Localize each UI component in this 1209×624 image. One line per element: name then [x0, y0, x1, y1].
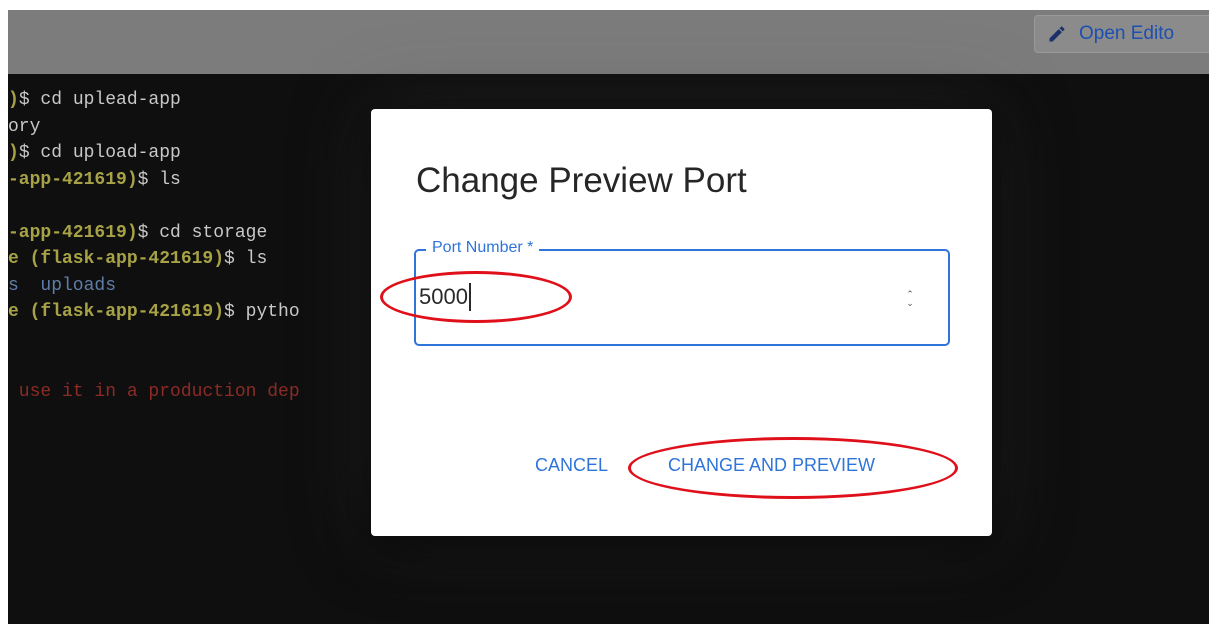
dialog-actions: CANCEL CHANGE AND PREVIEW [371, 449, 992, 489]
terminal-text: e (flask-app-421619) [8, 302, 225, 322]
terminal-text: $ cd uplead-app [18, 90, 181, 110]
terminal-text: -app-421619) [8, 169, 138, 190]
terminal-text: e (flask-app-421619) [8, 249, 225, 269]
change-and-preview-button[interactable]: CHANGE AND PREVIEW [668, 455, 875, 476]
terminal-text: $ cd upload-app [18, 143, 181, 163]
terminal-text: ) [8, 143, 19, 163]
port-number-value: 5000 [419, 283, 471, 311]
open-editor-label: Open Edito [1079, 23, 1175, 44]
port-number-input[interactable]: 5000 [416, 251, 948, 344]
top-toolbar: Open Edito [8, 10, 1209, 74]
port-number-field[interactable]: Port Number * 5000 ⌃ ⌄ [414, 239, 950, 346]
dialog-title: Change Preview Port [416, 161, 747, 200]
change-preview-port-dialog: Change Preview Port Port Number * 5000 ⌃… [371, 109, 992, 536]
terminal-text: ory [8, 116, 41, 137]
chevron-down-icon[interactable]: ⌄ [906, 299, 914, 308]
terminal-text: $ cd storage [137, 222, 268, 243]
number-spinner[interactable]: ⌃ ⌄ [904, 289, 916, 309]
terminal-text: s uploads [8, 275, 117, 296]
terminal-text: $ ls [137, 169, 181, 190]
open-editor-button[interactable]: Open Edito [1034, 15, 1209, 53]
terminal-text: $ pytho [224, 302, 300, 322]
terminal-text: -app-421619) [8, 222, 138, 243]
cancel-button[interactable]: CANCEL [535, 455, 608, 476]
pencil-icon [1049, 26, 1065, 42]
terminal-text: $ ls [224, 249, 268, 269]
terminal-text: ) [8, 90, 19, 110]
